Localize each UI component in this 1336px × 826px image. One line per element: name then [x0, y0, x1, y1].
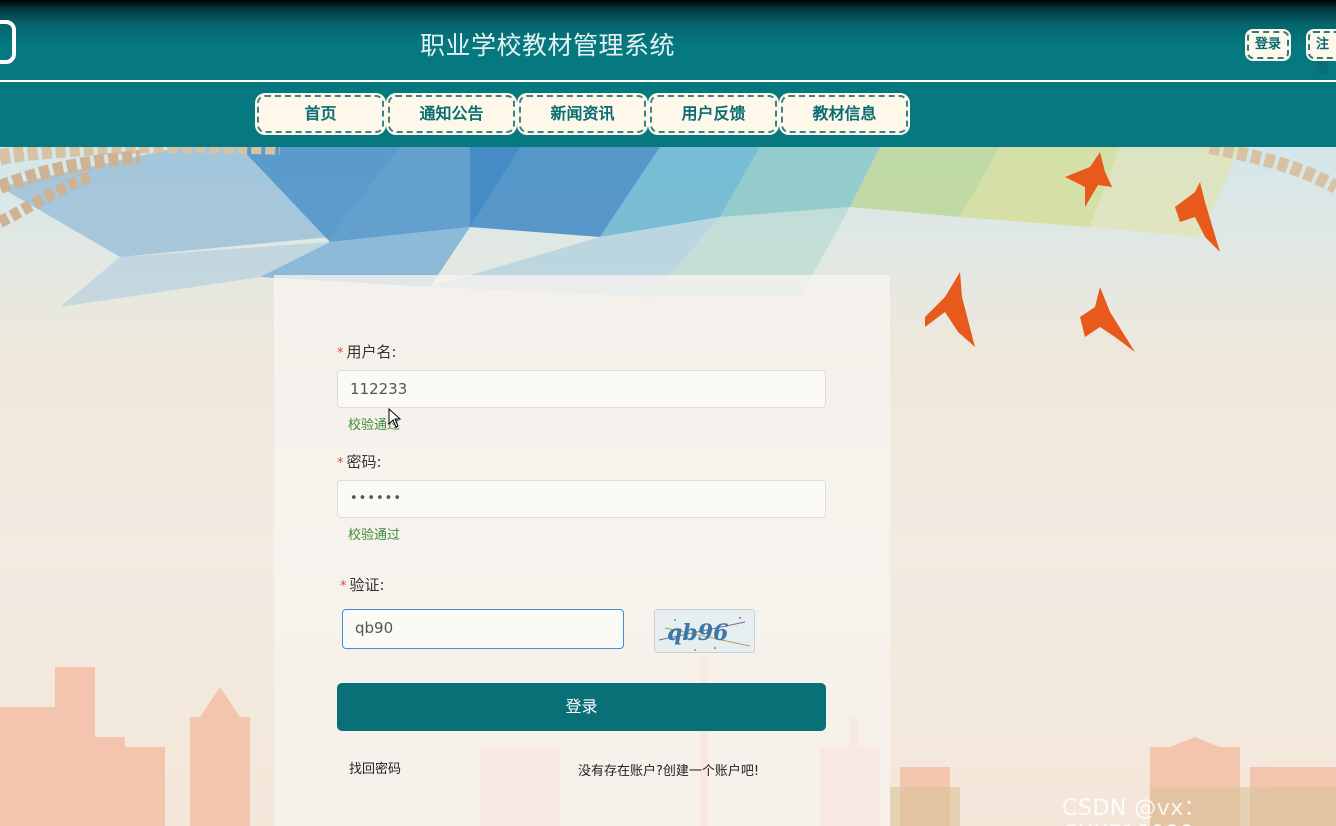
required-mark: *	[340, 579, 347, 594]
captcha-text: qb96	[667, 620, 728, 646]
required-mark: *	[337, 456, 344, 471]
username-label: * 用户名:	[337, 343, 397, 361]
captcha-label: * 验证:	[340, 576, 385, 594]
top-header: 职业学校教材管理系统 登录 注册	[0, 0, 1336, 80]
login-card: * 用户名: 112233 校验通过 * 密码: •••••• 校验通过 * 验证: …	[274, 275, 890, 826]
watermark: CSDN @vx：CXKF10088	[1062, 796, 1207, 826]
password-label: * 密码:	[337, 453, 382, 471]
mouse-cursor-icon	[388, 408, 402, 428]
site-title: 职业学校教材管理系统	[420, 31, 676, 60]
register-link-button[interactable]: 注册	[1308, 31, 1336, 76]
main-nav: 首页 通知公告 新闻资讯 用户反馈 教材信息	[0, 82, 1336, 147]
nav-item-home[interactable]: 首页	[257, 95, 384, 133]
username-input[interactable]: 112233	[337, 370, 826, 408]
forgot-password-link[interactable]: 找回密码	[349, 758, 401, 777]
captcha-art: qb96	[658, 617, 751, 651]
nav-item-textbooks[interactable]: 教材信息	[781, 95, 908, 133]
login-submit-button[interactable]: 登录	[337, 683, 826, 731]
nav-item-news[interactable]: 新闻资讯	[519, 95, 646, 133]
logo-icon	[0, 20, 16, 64]
nav-item-feedback[interactable]: 用户反馈	[650, 95, 777, 133]
password-input[interactable]: ••••••	[337, 480, 826, 518]
password-valid-message: 校验通过	[348, 528, 401, 543]
login-link-button[interactable]: 登录	[1247, 31, 1290, 59]
required-mark: *	[337, 346, 344, 361]
captcha-input[interactable]: qb90	[342, 609, 624, 649]
captcha-image[interactable]: qb96	[654, 609, 755, 653]
create-account-link[interactable]: 没有存在账户?创建一个账户吧!	[578, 760, 759, 779]
nav-item-notices[interactable]: 通知公告	[388, 95, 515, 133]
